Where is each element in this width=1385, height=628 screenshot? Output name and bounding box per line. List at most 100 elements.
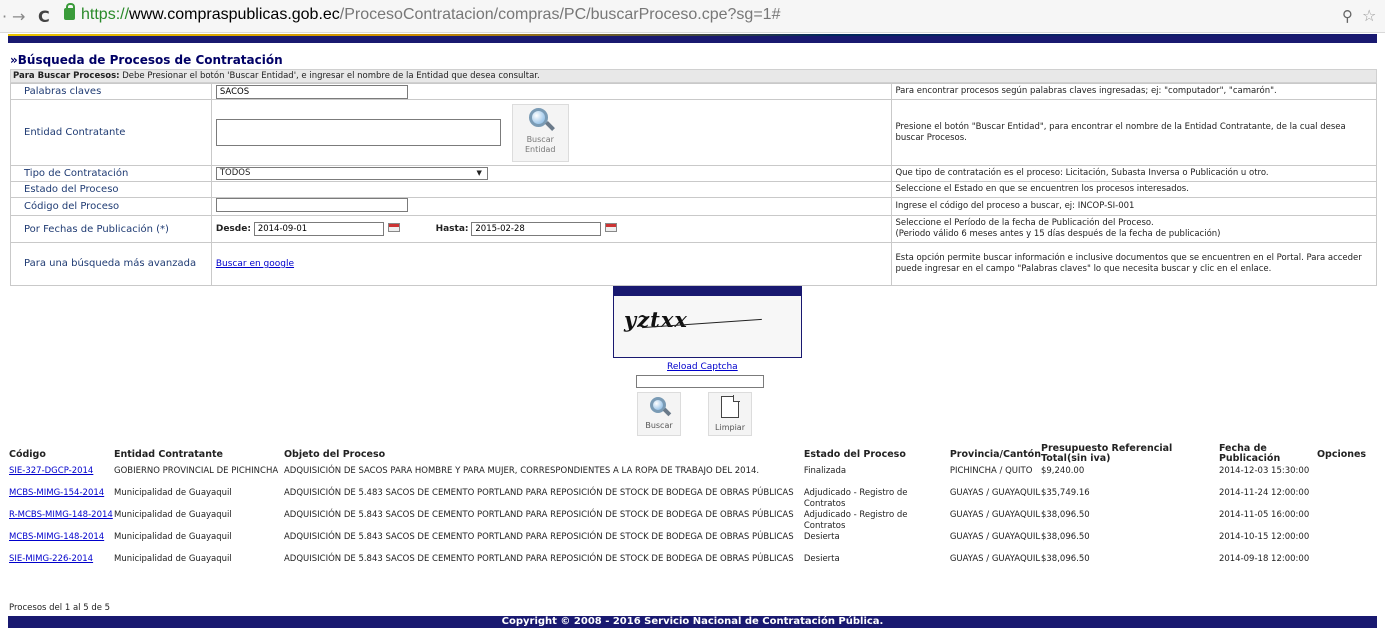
options-cell — [1317, 554, 1377, 576]
col-header-options: Opciones — [1316, 448, 1367, 460]
footer: Copyright © 2008 - 2016 Servicio Naciona… — [8, 616, 1377, 628]
date-cell: 2014-11-24 12:00:00 — [1218, 488, 1310, 498]
search-button-label: Buscar — [645, 421, 673, 430]
form-row-dates: Por Fechas de Publicación (*) Desde: 201… — [10, 215, 1377, 243]
budget-cell: $38,096.50 — [1040, 532, 1090, 542]
type-select[interactable]: TODOS ▼ — [215, 167, 488, 180]
magnifier-icon — [646, 396, 672, 418]
location-cell: GUAYAS / GUAYAQUIL — [949, 532, 1041, 542]
entity-cell: Municipalidad de Guayaquil — [113, 554, 232, 564]
entity-label: Entidad Contratante — [10, 99, 212, 166]
code-help: Ingrese el código del proceso a buscar, … — [891, 197, 1377, 216]
clear-button-label: Limpiar — [715, 423, 745, 432]
status-field — [210, 181, 893, 198]
form-row-code: Código del Proceso Ingrese el código del… — [10, 197, 1377, 216]
options-cell — [1317, 466, 1377, 488]
col-header-entity: Entidad Contratante — [113, 448, 223, 460]
magnifier-icon — [525, 107, 556, 133]
col-header-budget: Presupuesto Referencial Total(sin iva) — [1040, 443, 1173, 464]
location-cell: GUAYAS / GUAYAQUIL — [949, 488, 1041, 498]
form-row-status: Estado del Proceso Seleccione el Estado … — [10, 181, 1377, 198]
date-from-label: Desde: — [215, 224, 251, 234]
form-row-type: Tipo de Contratación TODOS ▼ Que tipo de … — [10, 165, 1377, 182]
advanced-label: Para una búsqueda más avanzada — [10, 242, 212, 286]
form-row-entity: Entidad Contratante Buscar Entidad Presi… — [10, 99, 1377, 166]
clear-button[interactable]: Limpiar — [708, 392, 752, 436]
entity-cell: GOBIERNO PROVINCIAL DE PICHINCHA — [113, 466, 279, 476]
search-entity-label-1: Buscar — [526, 134, 554, 144]
location-cell: GUAYAS / GUAYAQUIL — [949, 510, 1041, 520]
instructions-text: Debe Presionar el botón 'Buscar Entidad'… — [119, 71, 540, 81]
entity-cell: Municipalidad de Guayaquil — [113, 510, 232, 520]
budget-cell: $38,096.50 — [1040, 554, 1090, 564]
instructions-bold: Para Buscar Procesos: — [13, 71, 120, 81]
search-form: Palabras claves SACOS Para encontrar pro… — [10, 83, 1377, 286]
keywords-label: Palabras claves — [10, 83, 212, 100]
process-code-link[interactable]: SIE-MIMG-226-2014 — [9, 554, 93, 564]
status-help: Seleccione el Estado en que se encuentre… — [891, 181, 1377, 198]
location-cell: PICHINCHA / QUITO — [949, 466, 1033, 476]
type-select-value: TODOS — [219, 168, 251, 178]
form-row-advanced: Para una búsqueda más avanzada Buscar en… — [10, 242, 1377, 286]
calendar-icon[interactable] — [387, 223, 400, 232]
type-label: Tipo de Contratación — [10, 165, 212, 182]
instructions-bar: Para Buscar Procesos: Debe Presionar el … — [10, 69, 1377, 83]
entity-cell: Municipalidad de Guayaquil — [113, 532, 232, 542]
reload-icon[interactable]: C — [38, 7, 50, 26]
code-label: Código del Proceso — [10, 197, 212, 216]
zoom-icon[interactable]: ⚲ — [1342, 7, 1353, 25]
page-title: »Búsqueda de Procesos de Contratación — [10, 53, 283, 67]
status-label: Estado del Proceso — [10, 181, 212, 198]
date-from-input[interactable]: 2014-09-01 — [253, 222, 384, 236]
url-host: www.compraspublicas.gob.ec — [129, 6, 340, 23]
bookmark-star-icon[interactable]: ☆ — [1362, 6, 1376, 25]
advanced-help: Esta opción permite buscar información e… — [891, 242, 1377, 286]
date-to-label: Hasta: — [435, 224, 469, 234]
calendar-icon[interactable] — [605, 223, 618, 232]
col-header-code: Código — [9, 448, 46, 460]
keywords-input[interactable]: SACOS — [215, 84, 408, 99]
code-input[interactable] — [215, 198, 408, 212]
object-cell: ADQUISICIÓN DE 5.843 SACOS DE CEMENTO PO… — [283, 554, 794, 564]
dates-label: Por Fechas de Publicación (*) — [10, 215, 212, 243]
captcha-text: yztxx — [624, 307, 688, 332]
address-bar[interactable]: https://www.compraspublicas.gob.ec/Proce… — [62, 3, 1362, 28]
search-entity-button[interactable]: Buscar Entidad — [511, 103, 569, 162]
col-header-object: Objeto del Proceso — [283, 448, 386, 460]
process-code-link[interactable]: R-MCBS-MIMG-148-2014 — [9, 510, 113, 520]
lock-icon — [64, 3, 75, 20]
col-header-status: Estado del Proceso — [803, 448, 906, 460]
search-button[interactable]: Buscar — [637, 392, 681, 436]
search-entity-label-2: Entidad — [524, 144, 556, 154]
back-icon[interactable]: · — [2, 7, 7, 26]
captcha-image: yztxx — [613, 295, 802, 358]
options-cell — [1317, 532, 1377, 554]
process-code-link[interactable]: SIE-327-DGCP-2014 — [9, 466, 93, 476]
options-cell — [1317, 488, 1377, 510]
options-cell — [1317, 510, 1377, 532]
entity-textarea[interactable] — [215, 119, 501, 146]
browser-toolbar: · → C https://www.compraspublicas.gob.ec… — [0, 0, 1385, 33]
budget-cell: $38,096.50 — [1040, 510, 1090, 520]
results-table: Código Entidad Contratante Objeto del Pr… — [9, 442, 1377, 576]
col-header-date: Fecha de Publicación — [1218, 443, 1281, 464]
google-search-link[interactable]: Buscar en google — [216, 259, 294, 269]
object-cell: ADQUISICIÓN DE 5.843 SACOS DE CEMENTO PO… — [283, 532, 794, 542]
table-row: SIE-327-DGCP-2014 GOBIERNO PROVINCIAL DE… — [9, 466, 1377, 488]
chevron-down-icon: ▼ — [476, 169, 482, 177]
reload-captcha-link[interactable]: Reload Captcha — [667, 362, 738, 372]
pager-text: Procesos del 1 al 5 de 5 — [9, 603, 111, 613]
forward-icon[interactable]: → — [12, 7, 25, 26]
header-band — [8, 34, 1377, 43]
date-to-input[interactable]: 2015-02-28 — [471, 222, 602, 236]
document-icon — [721, 395, 740, 418]
captcha-input[interactable] — [636, 375, 764, 388]
dates-help-2: (Periodo válido 6 meses antes y 15 días … — [895, 229, 1221, 239]
process-code-link[interactable]: MCBS-MIMG-154-2014 — [9, 488, 104, 498]
budget-cell: $35,749.16 — [1040, 488, 1090, 498]
dates-help-1: Seleccione el Período de la fecha de Pub… — [895, 218, 1154, 228]
status-cell: Adjudicado - Registro de Contratos — [803, 488, 908, 509]
captcha: yztxx — [613, 286, 802, 358]
process-code-link[interactable]: MCBS-MIMG-148-2014 — [9, 532, 104, 542]
date-cell: 2014-10-15 12:00:00 — [1218, 532, 1310, 542]
